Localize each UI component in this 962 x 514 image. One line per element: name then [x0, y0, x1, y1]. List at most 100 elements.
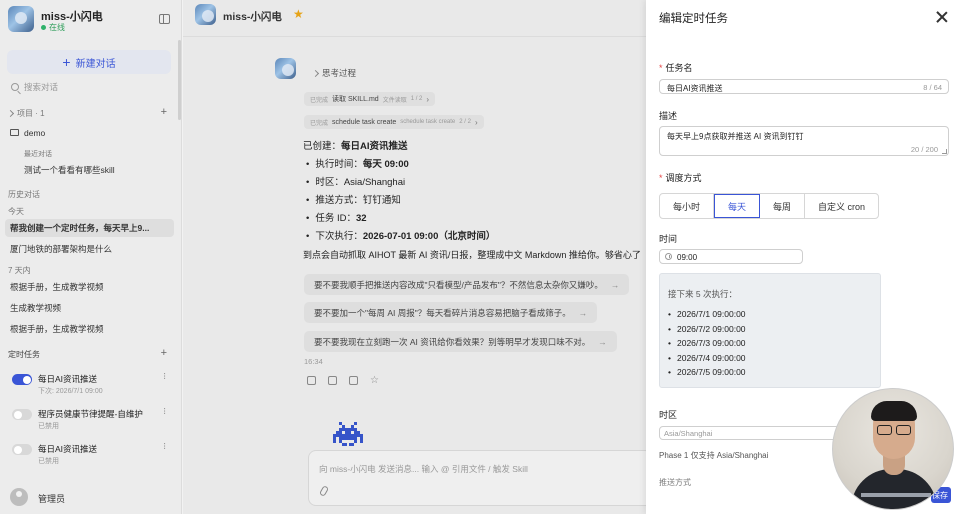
- more-icon[interactable]: ···: [159, 442, 170, 449]
- status-label: 在线: [49, 23, 65, 32]
- chat-item[interactable]: 根据手册，生成教学视频: [8, 323, 174, 335]
- project-item-demo[interactable]: demo: [8, 128, 174, 138]
- header-divider: [183, 36, 646, 37]
- suggestion-chip[interactable]: 要不要我顺手把推送内容改成"只看模型/产品发布"？不然信息太杂你又嫌吵。 →: [304, 274, 630, 295]
- user-name: 管理员: [38, 494, 66, 504]
- close-icon[interactable]: [936, 11, 948, 23]
- add-task-button[interactable]: +: [161, 347, 167, 359]
- tool-call-name: schedule task create: [332, 118, 397, 126]
- more-icon[interactable]: ···: [159, 407, 170, 414]
- task-toggle[interactable]: [12, 444, 32, 455]
- next-run-item: 2026/7/1 09:00:00: [668, 307, 746, 322]
- created-line: 已创建：每日AI资讯推送: [303, 138, 646, 156]
- schedule-segmented-control: 每小时 每天 每周 自定义 cron: [659, 193, 880, 219]
- tool-call-name: 读取 SKILL.md: [332, 96, 379, 103]
- detail-item: 下次执行：2026-07-01 09:00（北京时间）: [306, 228, 646, 246]
- message-actions: ☆: [307, 376, 379, 386]
- chat-avatar: [195, 4, 216, 25]
- projects-header-label: 项目 · 1: [17, 109, 45, 118]
- time-label: 时间: [659, 234, 678, 244]
- webcam-person-glasses: [877, 425, 911, 435]
- tool-call-status: 已完成: [310, 97, 329, 104]
- recent-label: 最近对话: [24, 151, 52, 158]
- chat-item[interactable]: 生成教学视频: [8, 302, 174, 314]
- user-footer[interactable]: 管理员: [8, 486, 174, 508]
- detail-value: Asia/Shanghai: [343, 177, 406, 188]
- copy-icon[interactable]: [328, 376, 337, 385]
- time-picker[interactable]: 09:00: [659, 249, 803, 264]
- task-item[interactable]: 每日AI资讯推送 已禁用 ···: [12, 442, 172, 472]
- new-chat-button[interactable]: + 新建对话: [7, 50, 171, 74]
- projects-header[interactable]: 项目 · 1: [6, 108, 45, 119]
- detail-label: 下次执行：: [315, 231, 363, 242]
- schedule-label-text: 调度方式: [665, 173, 702, 183]
- tool-call-step: 2 / 2: [459, 119, 471, 125]
- next-runs-list: 2026/7/1 09:00:00 2026/7/2 09:00:00 2026…: [668, 307, 746, 380]
- star-icon[interactable]: ★: [293, 7, 304, 21]
- schedule-option-daily[interactable]: 每天: [714, 194, 761, 218]
- detail-item: 时区：Asia/Shanghai: [306, 174, 646, 192]
- project-chat-item[interactable]: 测试一个看看有哪些skill: [22, 164, 172, 176]
- schedule-option-weekly[interactable]: 每周: [760, 194, 806, 218]
- chat-item[interactable]: 根据手册，生成教学视频: [8, 281, 174, 293]
- sidebar-scrollbar[interactable]: [178, 40, 181, 120]
- detail-list: 执行时间：每天 09:00 时区：Asia/Shanghai 推送方式：钉钉通知…: [303, 156, 646, 246]
- task-title: 程序员健康节律提醒-自维护: [38, 409, 143, 419]
- tool-call-step: 1 / 2: [410, 96, 423, 102]
- task-title: 每日AI资讯推送: [38, 444, 98, 454]
- arrow-right-icon: →: [598, 336, 607, 347]
- think-toggle[interactable]: 思考过程: [311, 67, 357, 79]
- sidebar: miss-小闪电 在线 + 新建对话 搜索对话 项目 · 1 + demo 最近对…: [0, 0, 182, 514]
- star-icon[interactable]: ☆: [370, 376, 379, 386]
- schedule-option-cron[interactable]: 自定义 cron: [805, 194, 878, 218]
- task-toggle[interactable]: [12, 409, 32, 420]
- today-label: 今天: [8, 207, 24, 216]
- message-avatar: [275, 58, 296, 79]
- tool-call-type: schedule task create: [400, 119, 456, 125]
- search-input[interactable]: 搜索对话: [7, 79, 171, 95]
- task-item[interactable]: 每日AI资讯推送 下次: 2026/7/1 09:00 ···: [12, 372, 172, 402]
- description-textarea[interactable]: 每天早上9点获取并推送 AI 资讯到钉钉 20 / 200: [659, 126, 949, 156]
- task-name-input[interactable]: 每日AI资讯推送 8 / 64: [659, 79, 949, 94]
- chat-item-active[interactable]: 帮我创建一个定时任务，每天早上9...: [5, 219, 174, 237]
- pixel-mascot-icon: [333, 422, 363, 446]
- assistant-message: 已创建：每日AI资讯推送 执行时间：每天 09:00 时区：Asia/Shang…: [303, 138, 646, 264]
- chevron-down-icon: [6, 109, 15, 118]
- sidebar-header: miss-小闪电 在线: [8, 6, 174, 34]
- suggestion-chip[interactable]: 要不要加一个"每周 AI 周报"？每天看碎片消息容易把脑子看成筛子。 →: [304, 302, 598, 323]
- new-chat-label: 新建对话: [75, 58, 116, 70]
- chat-item[interactable]: 厦门地铁的部署架构是什么: [8, 243, 174, 255]
- task-subtitle: 已禁用: [38, 458, 59, 465]
- paperclip-icon[interactable]: [318, 485, 330, 497]
- suggestion-chip[interactable]: 要不要我现在立刻跑一次 AI 资讯给你看效果？别等明早才发现口味不对。 →: [304, 331, 617, 352]
- detail-item: 任务 ID：32: [306, 210, 646, 228]
- agent-avatar: [8, 6, 34, 32]
- thumbs-down-icon[interactable]: [307, 376, 316, 385]
- message-time: 16:34: [304, 357, 323, 366]
- schedule-option-hourly[interactable]: 每小时: [660, 194, 715, 218]
- think-label: 思考过程: [322, 68, 357, 78]
- detail-item: 执行时间：每天 09:00: [306, 156, 646, 174]
- next-run-item: 2026/7/2 09:00:00: [668, 322, 746, 337]
- sidebar-collapse-icon[interactable]: [159, 14, 170, 24]
- plus-icon: +: [62, 54, 71, 70]
- required-mark: *: [659, 63, 663, 73]
- timezone-help: Phase 1 仅支持 Asia/Shanghai: [659, 451, 769, 460]
- task-subtitle: 已禁用: [38, 423, 59, 430]
- task-title: 每日AI资讯推送: [38, 374, 98, 384]
- schedule-label: * 调度方式: [659, 171, 702, 184]
- tool-call-pill[interactable]: 已完成 读取 SKILL.md 文件读取 1 / 2 ›: [304, 92, 436, 106]
- resize-handle-icon[interactable]: [942, 149, 947, 154]
- preview-title: 接下来 5 次执行：: [668, 289, 737, 299]
- add-project-button[interactable]: +: [161, 106, 167, 118]
- detail-label: 任务 ID：: [315, 213, 356, 224]
- description-count: 20 / 200: [910, 145, 938, 154]
- more-icon[interactable]: ···: [159, 372, 170, 379]
- save-icon[interactable]: [349, 376, 358, 385]
- message-composer[interactable]: 向 miss-小闪电 发送消息... 输入 @ 引用文件 / 触发 Skill: [308, 450, 646, 506]
- chat-header: miss-小闪电 ★: [195, 4, 635, 26]
- chat-area: miss-小闪电 ★ 思考过程 已完成 读取 SKILL.md 文件读取 1 /…: [183, 0, 646, 514]
- tool-call-pill[interactable]: 已完成 schedule task create schedule task c…: [304, 115, 484, 129]
- task-toggle[interactable]: [12, 374, 32, 385]
- task-item[interactable]: 程序员健康节律提醒-自维护 已禁用 ···: [12, 407, 172, 437]
